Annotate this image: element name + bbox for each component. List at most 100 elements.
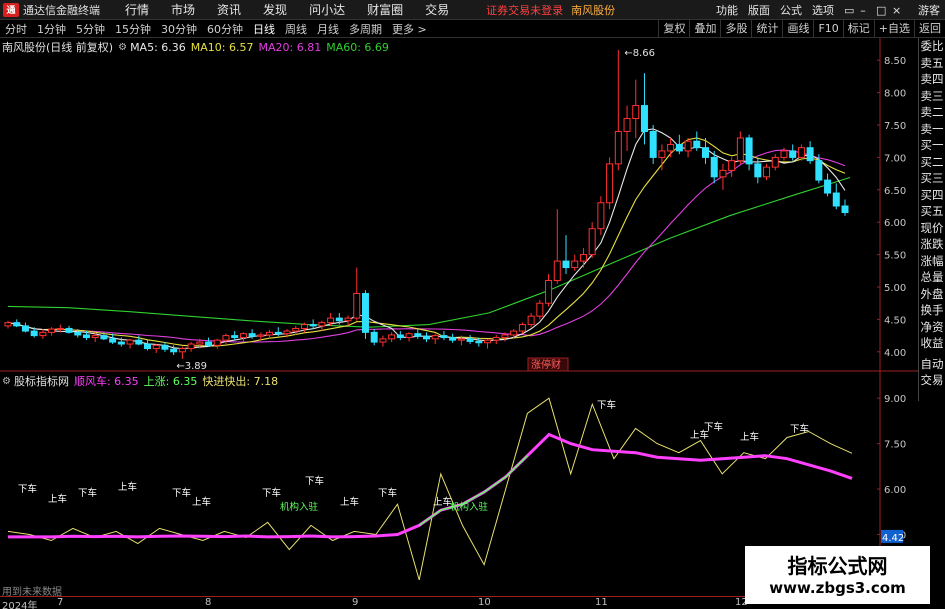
login-status[interactable]: 证券交易未登录: [486, 2, 563, 18]
tool-add-watchlist[interactable]: +自选: [873, 20, 914, 38]
menu-item-zixun[interactable]: 资讯: [206, 1, 252, 18]
candle-body: [335, 317, 343, 322]
side-sell2[interactable]: 卖二: [919, 104, 945, 121]
candle-body: [353, 292, 361, 319]
kline-chart[interactable]: 4.00 4.50 5.00 5.50 6.00 6.50 7.00 7.50 8.00 8.50…: [0, 38, 918, 372]
side-turnover[interactable]: 换手: [919, 302, 945, 319]
price-tick-label: 4.50: [884, 315, 906, 326]
menu-item-gongneng[interactable]: 功能: [711, 2, 743, 18]
side-sell4[interactable]: 卖四: [919, 71, 945, 88]
chart-tools: 复权 叠加 多股 统计 画线 F10 标记 +自选 返回: [658, 20, 945, 38]
period-5min[interactable]: 5分钟: [71, 21, 110, 37]
signal-label: 上车: [192, 496, 211, 508]
menu-item-xuanxiang[interactable]: 选项: [807, 2, 839, 18]
candle-body: [763, 166, 771, 178]
watermark-url: www.zbgs3.com: [769, 579, 906, 597]
menu-item-wenxiaoda[interactable]: 问小达: [298, 1, 356, 18]
period-1min[interactable]: 1分钟: [32, 21, 71, 37]
period-more[interactable]: 更多 >: [387, 21, 432, 37]
period-fenshi[interactable]: 分时: [0, 21, 32, 37]
side-nav[interactable]: 净资: [919, 319, 945, 336]
signal-label: 下车: [704, 421, 723, 433]
side-volume[interactable]: 总量: [919, 269, 945, 286]
candle-body: [48, 328, 56, 333]
minimize-icon[interactable]: –: [855, 4, 871, 17]
menu-item-banmian[interactable]: 版面: [743, 2, 775, 18]
side-price[interactable]: 现价: [919, 220, 945, 237]
menu-item-shichang[interactable]: 市场: [160, 1, 206, 18]
candle-body: [100, 335, 108, 340]
side-weibi[interactable]: 委比: [919, 38, 945, 55]
period-multi[interactable]: 多周期: [344, 21, 387, 37]
period-daily[interactable]: 日线: [248, 21, 280, 37]
side-buy3[interactable]: 买三: [919, 170, 945, 187]
gear-icon[interactable]: ⚙: [2, 376, 11, 387]
tool-huaxian[interactable]: 画线: [782, 20, 813, 38]
tool-fuquan[interactable]: 复权: [658, 20, 689, 38]
tool-f10[interactable]: F10: [813, 20, 842, 38]
candle-body: [475, 340, 483, 344]
period-weekly[interactable]: 周线: [280, 21, 312, 37]
gear-icon[interactable]: ⚙: [118, 42, 127, 53]
side-eps[interactable]: 收益: [919, 335, 945, 352]
candle-body: [161, 344, 169, 350]
ma60-line: [7, 176, 851, 328]
candle-body: [789, 150, 797, 158]
tool-diejia[interactable]: 叠加: [689, 20, 720, 38]
tool-tongji[interactable]: 统计: [751, 20, 782, 38]
candle-body: [841, 205, 849, 213]
candle-body: [815, 160, 823, 181]
side-change-pct[interactable]: 涨幅: [919, 253, 945, 270]
side-sell3[interactable]: 卖三: [919, 88, 945, 105]
side-trade[interactable]: 交易: [919, 372, 945, 389]
signal-label: 上车: [48, 493, 67, 505]
period-30min[interactable]: 30分钟: [156, 21, 202, 37]
guest-button[interactable]: 游客: [913, 2, 945, 18]
menu-item-caifuquan[interactable]: 财富圈: [356, 1, 414, 18]
side-outer[interactable]: 外盘: [919, 286, 945, 303]
candle-body: [222, 335, 230, 341]
candle-body: [562, 260, 570, 269]
menu-item-faxian[interactable]: 发现: [252, 1, 298, 18]
side-buy1[interactable]: 买一: [919, 137, 945, 154]
price-tick-label: 6.00: [884, 218, 906, 229]
candle-body: [719, 169, 727, 178]
candle-body: [56, 327, 64, 330]
period-60min[interactable]: 60分钟: [202, 21, 248, 37]
side-sell5[interactable]: 卖五: [919, 55, 945, 72]
candle-body: [266, 331, 274, 336]
signal-label: 上车: [118, 481, 137, 493]
side-sell1[interactable]: 卖一: [919, 121, 945, 138]
title-bar: 通 通达信金融终端 行情 市场 资讯 发现 问小达 财富圈 交易 证券交易未登录…: [0, 0, 945, 20]
candle-body: [780, 150, 788, 158]
period-15min[interactable]: 15分钟: [110, 21, 156, 37]
candle-body: [21, 325, 29, 332]
candle-body: [205, 341, 213, 346]
tool-duogu[interactable]: 多股: [720, 20, 751, 38]
candle-body: [361, 292, 369, 333]
candle-body: [702, 147, 709, 158]
side-buy2[interactable]: 买二: [919, 154, 945, 171]
period-monthly[interactable]: 月线: [312, 21, 344, 37]
tool-back[interactable]: 返回: [914, 20, 945, 38]
candle-body: [379, 338, 387, 343]
price-tick-label: 7.50: [884, 121, 906, 132]
candle-body: [388, 334, 396, 340]
side-buy5[interactable]: 买五: [919, 203, 945, 220]
candle-body: [745, 137, 753, 165]
close-icon[interactable]: ×: [887, 4, 903, 17]
menu-item-hangqing[interactable]: 行情: [114, 1, 160, 18]
restore-window-icon[interactable]: ▭: [839, 4, 855, 17]
candle-body: [196, 341, 204, 345]
side-change[interactable]: 涨跌: [919, 236, 945, 253]
candle-body: [623, 118, 631, 132]
candle-body: [527, 315, 535, 326]
candle-body: [152, 344, 160, 350]
maximize-icon[interactable]: □: [871, 4, 887, 17]
candle-body: [4, 322, 12, 327]
side-auto[interactable]: 自动: [919, 356, 945, 373]
menu-item-jiaoyi[interactable]: 交易: [414, 1, 460, 18]
side-buy4[interactable]: 买四: [919, 187, 945, 204]
menu-item-gongshi[interactable]: 公式: [775, 2, 807, 18]
tool-biaoji[interactable]: 标记: [842, 20, 874, 38]
